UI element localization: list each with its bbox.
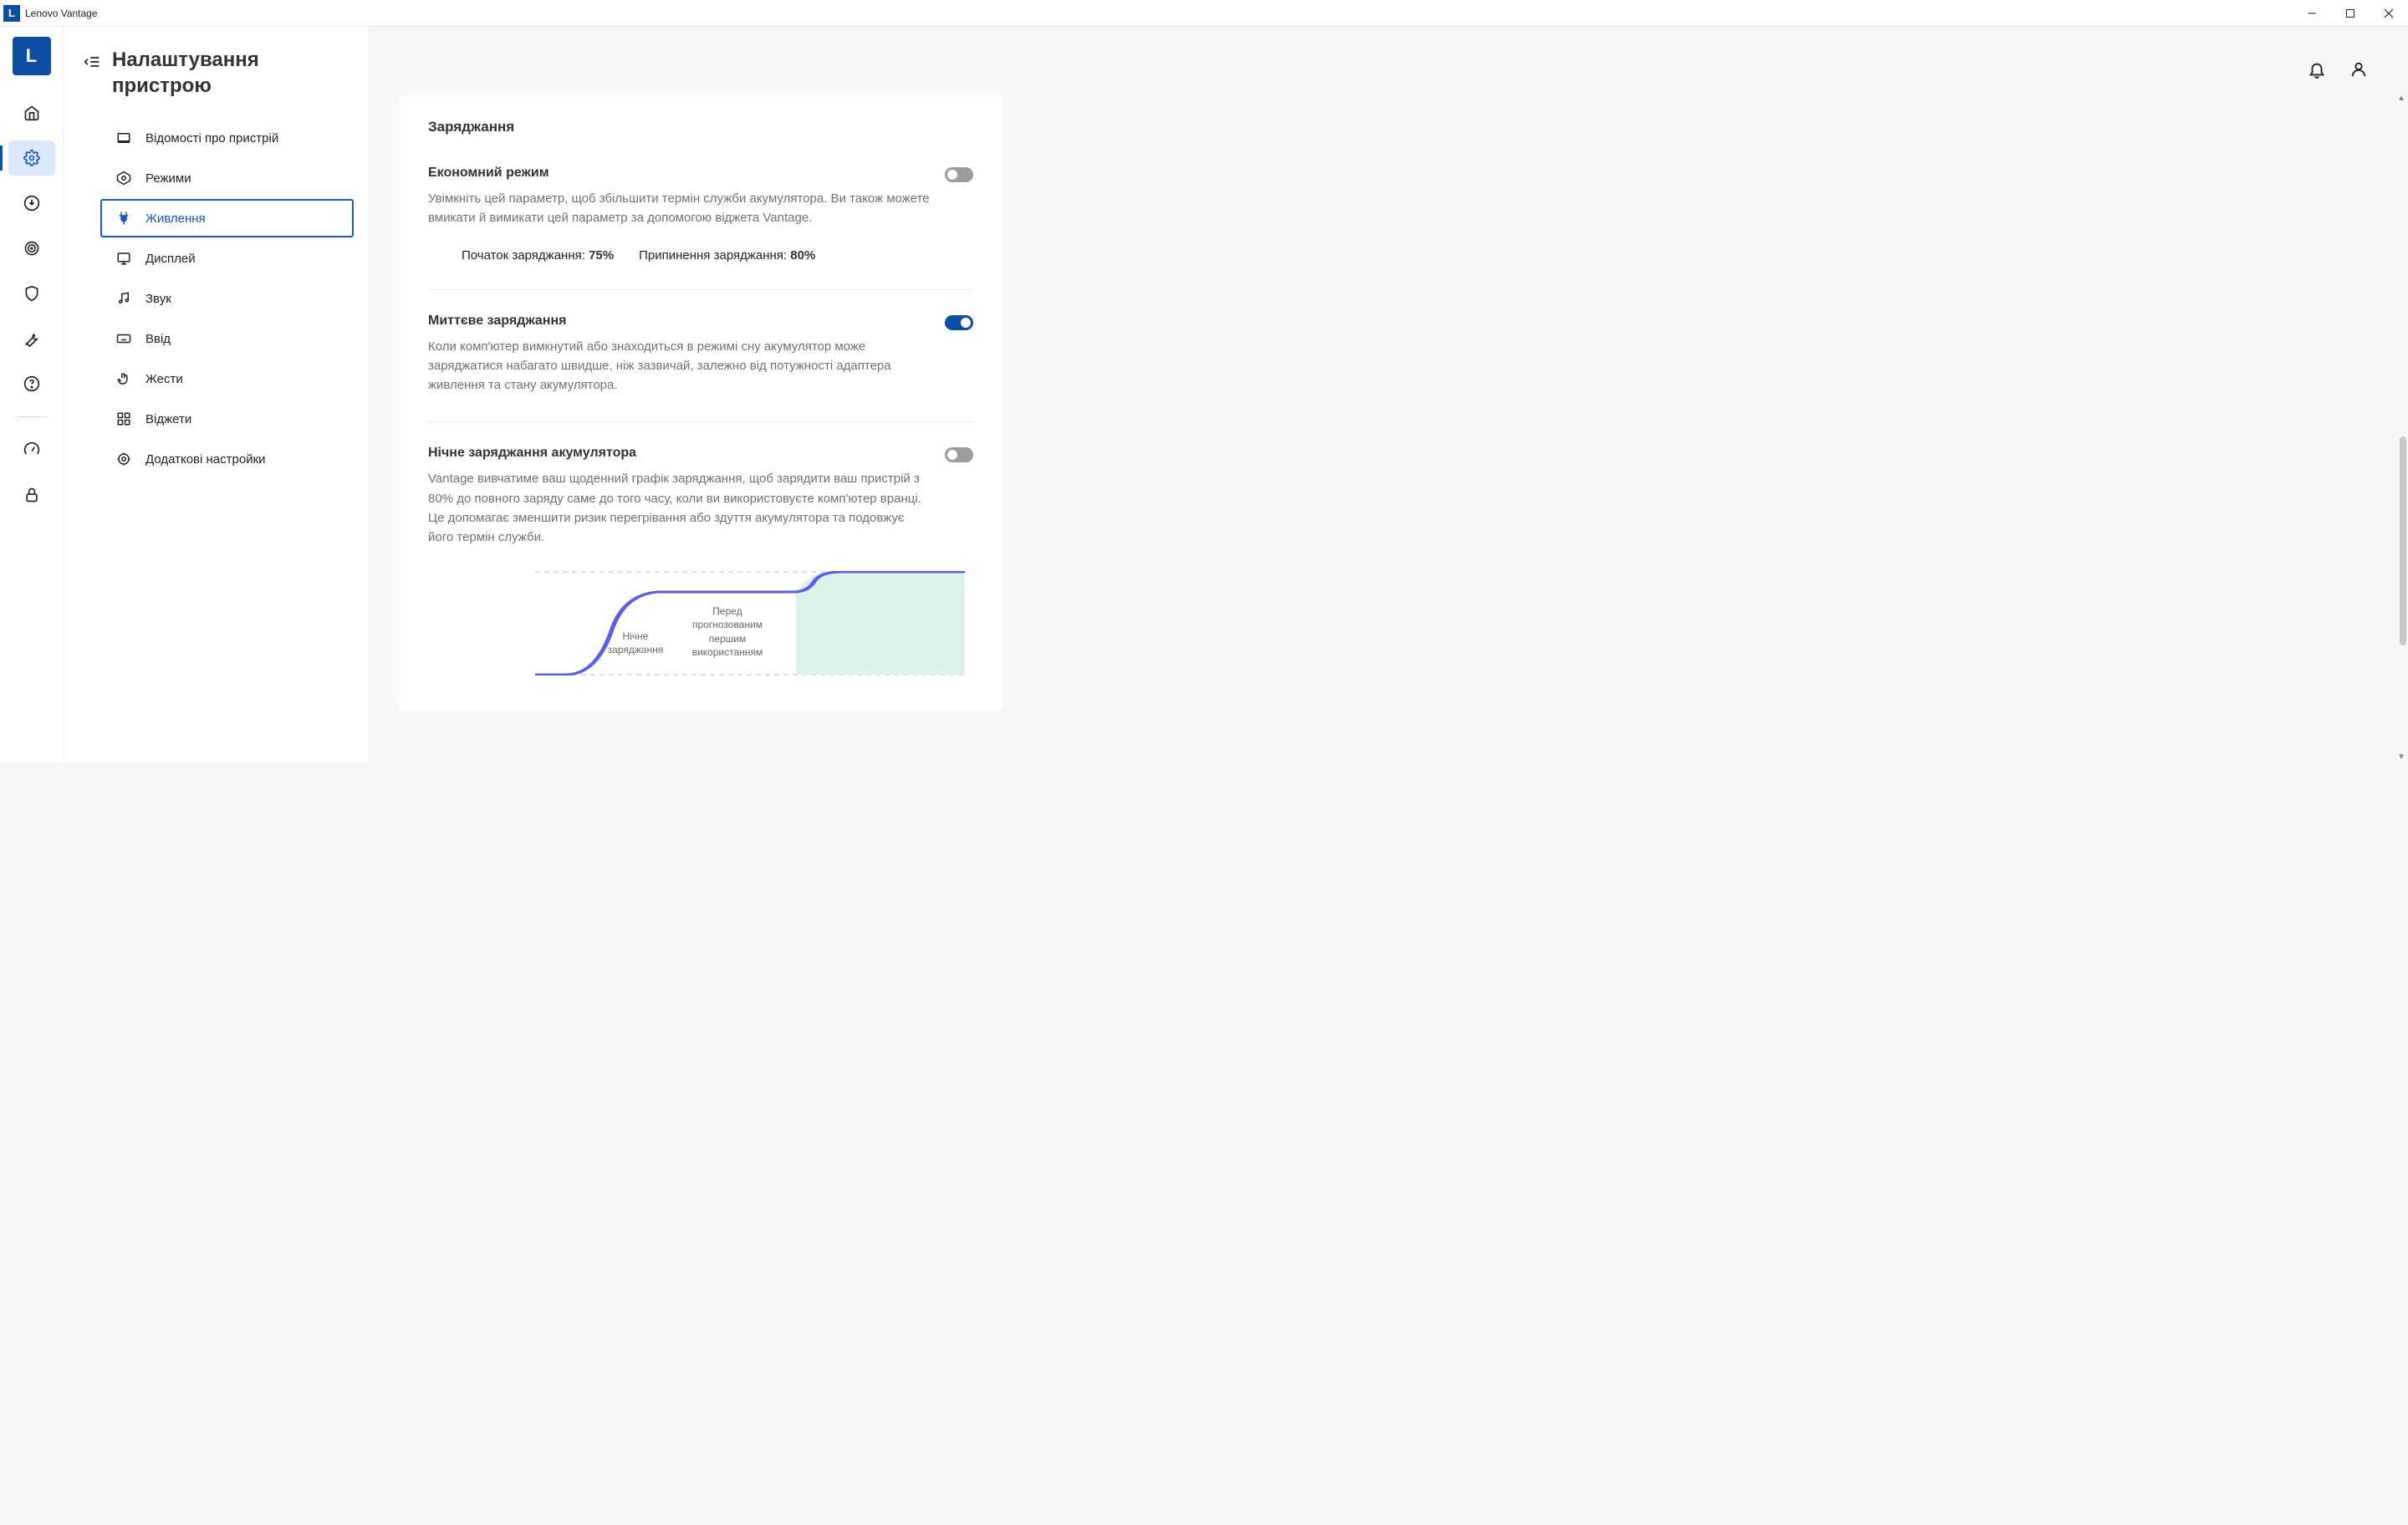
menu-collapse-icon	[84, 54, 100, 70]
brand-logo[interactable]: L	[13, 37, 51, 75]
mode-icon	[115, 171, 132, 186]
subnav-item-power[interactable]: Живлення	[100, 199, 354, 237]
stop-value: 80%	[790, 248, 815, 263]
subnav-item-device-info[interactable]: Відомості про пристрій	[100, 119, 354, 157]
content-area: Заряджання Економний режим Увімкніть цей…	[370, 27, 2408, 762]
setting-overnight: Нічне заряджання акумулятора Vantage вив…	[428, 446, 973, 711]
setting-conservation: Економний режим Увімкніть цей параметр, …	[428, 166, 973, 290]
subnav-item-label: Віджети	[145, 412, 191, 426]
start-value: 75%	[589, 248, 614, 263]
notifications-button[interactable]	[2308, 60, 2326, 79]
card-title: Заряджання	[428, 119, 973, 135]
setting-desc: Vantage вивчатиме ваш щоденний графік за…	[428, 469, 930, 547]
rail-home[interactable]	[8, 95, 55, 130]
setting-title: Нічне заряджання акумулятора	[428, 446, 636, 461]
subnav-item-label: Жести	[145, 372, 183, 386]
bell-icon	[2308, 60, 2326, 79]
app-body: L	[0, 27, 2408, 762]
titlebar: L Lenovo Vantage	[0, 0, 2408, 27]
rail-tools[interactable]	[8, 321, 55, 356]
chart-annotation-right: Перед прогнозованим першим використанням	[686, 604, 769, 659]
music-icon	[115, 291, 132, 306]
close-button[interactable]	[2370, 0, 2408, 27]
subnav-item-label: Звук	[145, 292, 171, 306]
setting-title: Економний режим	[428, 166, 549, 181]
subnav-list: Відомості про пристрій Режими Живлення Д…	[84, 119, 354, 478]
overnight-toggle[interactable]	[945, 447, 973, 462]
subnav-item-label: Живлення	[145, 212, 206, 226]
scan-icon	[23, 240, 40, 257]
rail-scan[interactable]	[8, 231, 55, 266]
subnav-item-label: Ввід	[145, 332, 171, 346]
subnav-item-gestures[interactable]: Жести	[100, 360, 354, 398]
rail-divider	[15, 416, 48, 417]
scrollbar-thumb[interactable]	[2400, 436, 2406, 645]
threshold-row: Початок заряджання: 75% Припинення заряд…	[428, 248, 973, 263]
icon-rail: L	[0, 27, 64, 762]
rail-settings[interactable]	[8, 140, 55, 176]
subnav-item-label: Дисплей	[145, 252, 196, 266]
start-label: Початок заряджання:	[462, 248, 585, 263]
scroll-up-icon[interactable]: ▲	[2396, 94, 2406, 104]
plug-icon	[115, 211, 132, 226]
conservation-toggle[interactable]	[945, 167, 973, 182]
charging-card: Заряджання Економний режим Увімкніть цей…	[400, 95, 1002, 711]
page-title: Налаштування пристрою	[112, 47, 354, 99]
subnav-item-label: Додаткові настройки	[145, 452, 266, 467]
scrollbar[interactable]: ▲ ▼	[2398, 94, 2406, 762]
shield-icon	[23, 285, 40, 302]
widgets-icon	[115, 411, 132, 426]
setting-title: Миттєве заряджання	[428, 314, 566, 329]
download-icon	[23, 195, 40, 212]
keyboard-icon	[115, 331, 132, 346]
tools-icon	[23, 330, 40, 347]
gesture-icon	[115, 371, 132, 386]
subnav-item-label: Режими	[145, 171, 191, 186]
rail-download[interactable]	[8, 186, 55, 221]
stop-label: Припинення заряджання:	[639, 248, 787, 263]
minimize-button[interactable]	[2293, 0, 2331, 27]
rail-lock[interactable]	[8, 477, 55, 513]
display-icon	[115, 251, 132, 266]
app-title: Lenovo Vantage	[25, 8, 98, 19]
rail-performance[interactable]	[8, 432, 55, 467]
subnav-item-sound[interactable]: Звук	[100, 279, 354, 318]
setting-rapid: Миттєве заряджання Коли комп'ютер вимкну…	[428, 314, 973, 423]
user-icon	[2349, 60, 2368, 79]
scroll-down-icon[interactable]: ▼	[2396, 752, 2406, 762]
content-header	[400, 60, 2378, 79]
maximize-button[interactable]	[2331, 0, 2370, 27]
subnav-item-label: Відомості про пристрій	[145, 131, 278, 145]
setting-desc: Коли комп'ютер вимкнутий або знаходиться…	[428, 337, 930, 395]
menu-toggle-button[interactable]	[84, 54, 100, 70]
subnav-item-display[interactable]: Дисплей	[100, 239, 354, 278]
account-button[interactable]	[2349, 60, 2368, 79]
advanced-icon	[115, 451, 132, 467]
app-icon: L	[3, 5, 20, 22]
laptop-icon	[115, 130, 132, 145]
subnav-item-widgets[interactable]: Віджети	[100, 400, 354, 438]
rail-help[interactable]	[8, 366, 55, 401]
overnight-chart: 100% 80% 0%	[495, 567, 973, 684]
chart-annotation-left: Нічне заряджання	[594, 630, 677, 656]
subnav: Налаштування пристрою Відомості про прис…	[64, 27, 370, 762]
subnav-item-advanced[interactable]: Додаткові настройки	[100, 440, 354, 478]
help-icon	[23, 375, 40, 392]
performance-icon	[23, 441, 40, 458]
home-icon	[23, 105, 40, 121]
lock-icon	[23, 487, 40, 503]
rail-security[interactable]	[8, 276, 55, 311]
setting-desc: Увімкніть цей параметр, щоб збільшити те…	[428, 189, 930, 228]
subnav-item-modes[interactable]: Режими	[100, 159, 354, 197]
rapid-toggle[interactable]	[945, 315, 973, 330]
settings-icon	[23, 150, 40, 166]
subnav-item-input[interactable]: Ввід	[100, 319, 354, 358]
